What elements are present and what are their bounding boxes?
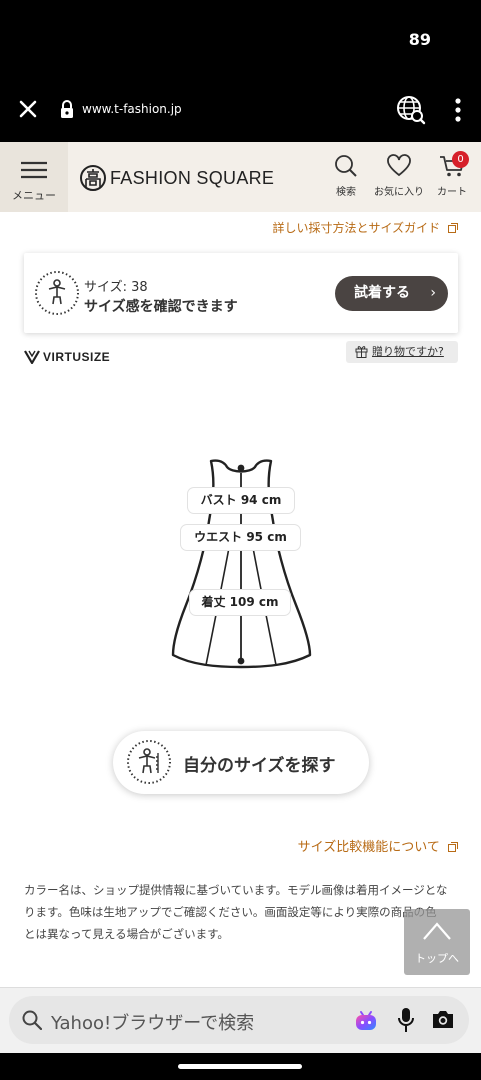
virtusize-mark-icon [24,350,40,364]
cart-button[interactable]: 0 カート [432,151,472,198]
search-icon [335,155,357,177]
browser-search-bar[interactable]: Yahoo!ブラウザーで検索 [9,996,469,1044]
camera-icon[interactable] [432,1009,454,1029]
waist-measurement: ウエスト 95 cm [180,524,301,551]
more-vert-icon[interactable] [448,96,468,124]
hamburger-icon [21,161,47,179]
color-disclaimer: カラー名は、ショップ提供情報に基づいています。モデル画像は着用イメージとなります… [24,883,448,941]
system-nav-bar [0,1053,481,1080]
back-to-top-label: トップへ [415,952,459,965]
try-on-button[interactable]: 試着する › [335,276,448,311]
logo-mark-icon [80,165,106,191]
gift-link[interactable]: 贈り物ですか? [346,341,458,363]
browser-search-placeholder: Yahoo!ブラウザーで検索 [51,1013,255,1034]
lock-icon [61,100,73,118]
virtusize-logo: VIRTUSIZE [24,349,110,365]
size-compare-link[interactable]: サイズ比較機能について [298,836,458,855]
search-icon [22,1010,42,1030]
menu-button[interactable]: メニュー [0,142,68,212]
logo-text: FASHION SQUARE [110,167,275,188]
url-text[interactable]: www.t-fashion.jp [82,102,182,116]
fit-message: サイズ感を確認できます [84,299,238,315]
favorites-label: お気に入り [374,187,424,198]
external-link-icon [448,842,458,852]
close-icon[interactable] [17,98,39,120]
fit-size-text: サイズ: 38 [84,280,148,295]
size-search-icon [127,740,171,784]
status-bar: 89 [0,0,481,78]
heart-icon [387,154,411,177]
ai-assistant-icon[interactable] [354,1008,378,1032]
cart-count-badge: 0 [452,151,469,168]
header-search-button[interactable]: 検索 [330,154,362,198]
virtusize-fit-card: サイズ: 38 サイズ感を確認できます 試着する › [24,253,458,333]
gift-icon [355,346,368,358]
screen: 89 www.t-fashion.jp メニュー FASHION SQUARE … [0,0,481,1080]
find-my-size-label: 自分のサイズを探す [183,756,336,776]
arrow-up-icon [423,922,451,940]
site-logo[interactable]: FASHION SQUARE [80,164,274,192]
cart-label: カート [437,187,467,198]
chevron-right-icon: › [430,285,436,301]
size-compare-link-text: サイズ比較機能について [297,840,440,855]
browser-bottom-bar: Yahoo!ブラウザーで検索 [0,987,481,1053]
battery-level: 89 [408,30,431,49]
avatar-icon [35,271,79,315]
virtusize-logo-text: VIRTUSIZE [43,350,111,364]
home-gesture-bar[interactable] [178,1064,302,1069]
back-to-top-button[interactable]: トップへ [404,909,470,975]
size-guide-link[interactable]: 詳しい採寸方法とサイズガイド [273,219,458,236]
favorites-button[interactable]: お気に入り [370,154,428,198]
menu-label: メニュー [12,189,56,202]
mic-icon[interactable] [397,1007,415,1033]
find-my-size-button[interactable]: 自分のサイズを探す [113,731,369,794]
try-on-label: 試着する [354,285,410,301]
search-label: 検索 [336,187,356,198]
gift-link-text: 贈り物ですか? [372,345,444,358]
site-header: メニュー FASHION SQUARE 検索 お気に入り 0 カート [0,142,481,212]
globe-search-icon[interactable] [396,95,426,125]
browser-toolbar: www.t-fashion.jp [0,78,481,142]
bust-measurement: バスト 94 cm [187,487,295,514]
external-link-icon [448,223,458,233]
size-guide-link-text: 詳しい採寸方法とサイズガイド [272,221,441,235]
length-measurement: 着丈 109 cm [189,589,291,616]
